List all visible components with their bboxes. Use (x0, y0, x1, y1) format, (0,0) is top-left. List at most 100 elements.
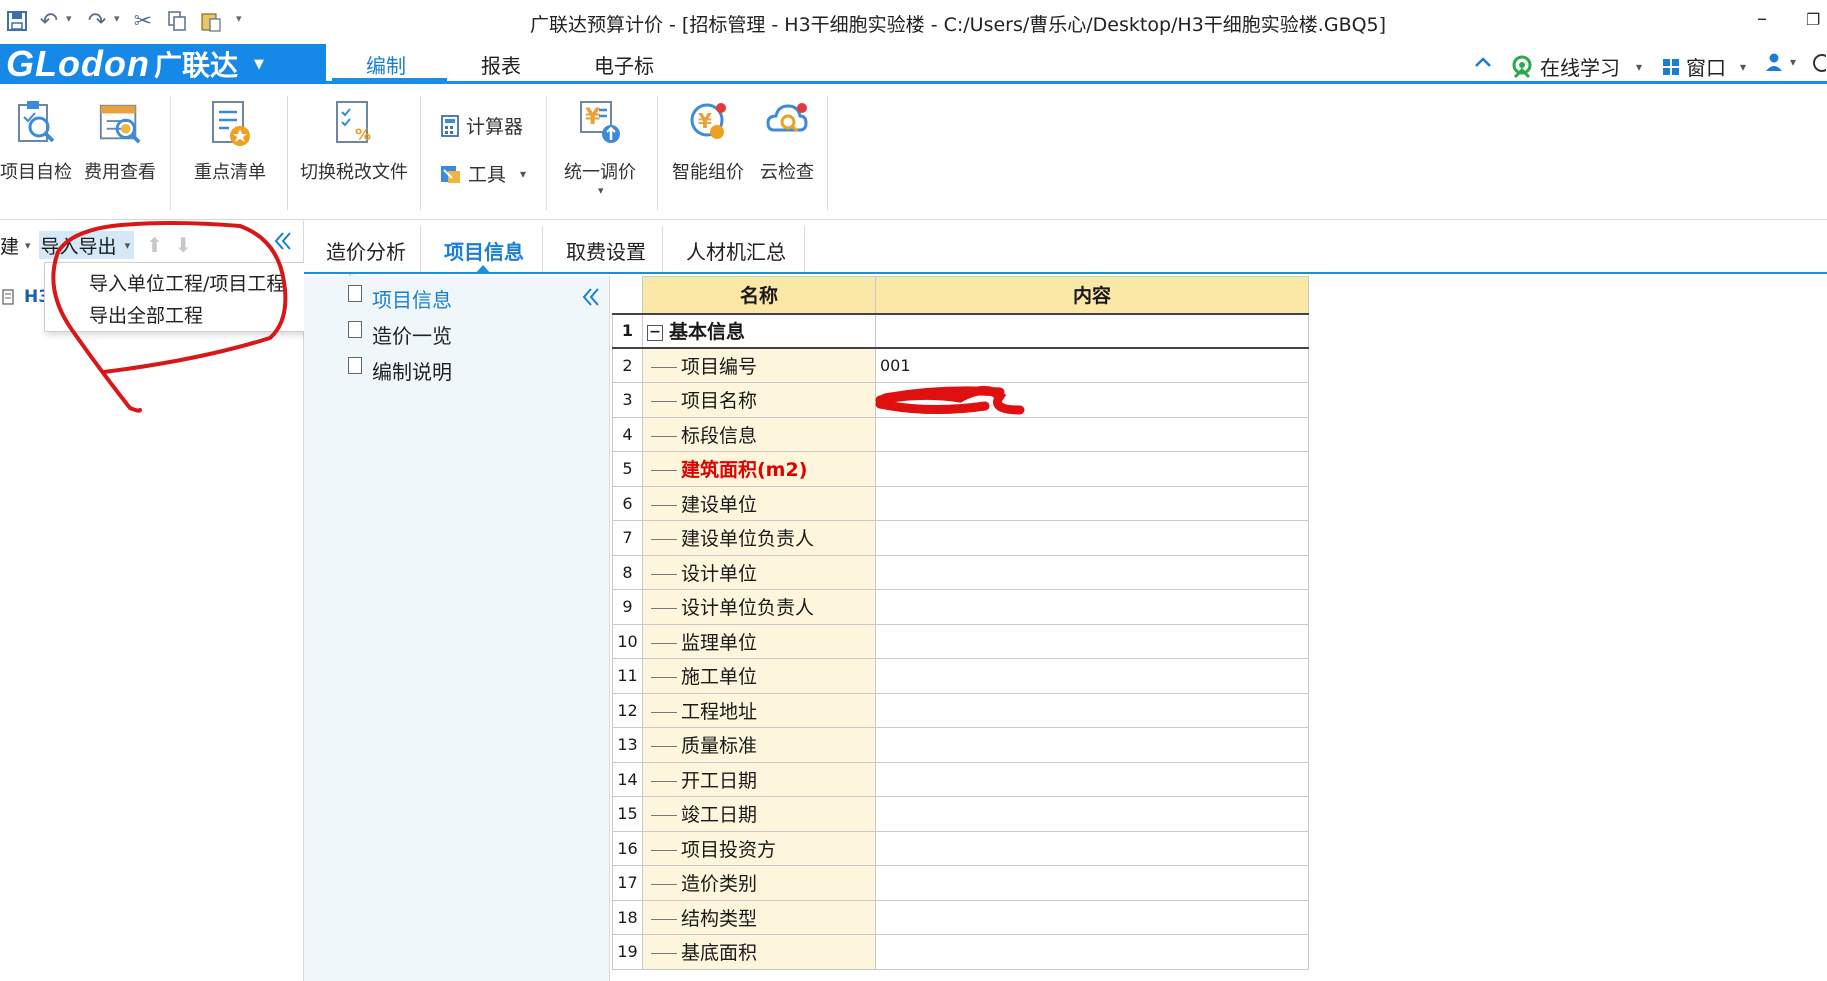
table-row[interactable]: 3 项目名称 (612, 382, 1309, 418)
chevron-down-icon[interactable]: ▾ (25, 239, 31, 252)
table-row[interactable]: 1− 基本信息 (612, 312, 1309, 349)
key-list-button[interactable]: 重点清单 (194, 98, 266, 184)
content-cell[interactable] (875, 727, 1309, 763)
name-cell[interactable]: 竣工日期 (642, 796, 876, 832)
nav-item-project-info[interactable]: 项目信息 (348, 284, 452, 313)
name-cell[interactable]: 监理单位 (642, 623, 876, 659)
tab-cost-analysis[interactable]: 造价分析 (326, 236, 406, 265)
row-number[interactable]: 1 (612, 312, 643, 349)
online-learning-button[interactable]: 在线学习 ▾ (1510, 52, 1642, 81)
name-cell[interactable]: 造价类别 (642, 865, 876, 901)
content-cell[interactable] (875, 416, 1309, 452)
switch-tax-button[interactable]: % 切换税改文件 (300, 98, 408, 184)
content-cell[interactable] (875, 658, 1309, 694)
row-number[interactable]: 14 (612, 761, 643, 797)
self-check-button[interactable]: 项目自检 (0, 98, 72, 184)
name-cell[interactable]: 项目投资方 (642, 830, 876, 866)
nav-item-cost-overview[interactable]: 造价一览 (348, 320, 452, 349)
tab-bianzhi[interactable]: 编制 (366, 50, 406, 79)
row-number[interactable]: 19 (612, 934, 643, 970)
name-cell[interactable]: 工程地址 (642, 692, 876, 728)
content-cell[interactable] (875, 623, 1309, 659)
table-row[interactable]: 6 建设单位 (612, 485, 1309, 521)
table-row[interactable]: 5 建筑面积(m2) (612, 451, 1309, 487)
tab-baobiao[interactable]: 报表 (481, 50, 521, 79)
content-cell[interactable] (875, 796, 1309, 832)
collapse-left-panel-icon[interactable] (272, 230, 294, 257)
menu-item-import-unit[interactable]: 导入单位工程/项目工程 (89, 269, 285, 296)
move-up-icon[interactable]: ⬆ (146, 233, 163, 257)
name-cell[interactable]: 设计单位负责人 (642, 589, 876, 625)
tab-dianzibiao[interactable]: 电子标 (594, 50, 654, 79)
name-cell[interactable]: 建筑面积(m2) (642, 451, 876, 487)
column-header-content[interactable]: 内容 (875, 276, 1309, 314)
row-number[interactable]: 9 (612, 589, 643, 625)
table-row[interactable]: 8 设计单位 (612, 554, 1309, 590)
row-number[interactable]: 13 (612, 727, 643, 763)
copy-icon[interactable] (164, 8, 190, 34)
name-cell[interactable]: 标段信息 (642, 416, 876, 452)
content-cell[interactable] (875, 312, 1309, 349)
user-menu-button[interactable]: ▾ (1764, 52, 1796, 72)
row-number[interactable]: 8 (612, 554, 643, 590)
row-number[interactable]: 2 (612, 347, 643, 383)
app-logo-menu[interactable]: GLodon 广联达 ▼ (0, 43, 326, 84)
menu-item-export-all[interactable]: 导出全部工程 (89, 301, 203, 328)
content-cell[interactable] (875, 589, 1309, 625)
table-row[interactable]: 7 建设单位负责人 (612, 520, 1309, 556)
table-row[interactable]: 4 标段信息 (612, 416, 1309, 452)
cloud-check-button[interactable]: 云检查 (760, 98, 814, 184)
content-cell[interactable] (875, 865, 1309, 901)
name-cell[interactable]: 开工日期 (642, 761, 876, 797)
table-row[interactable]: 10 监理单位 (612, 623, 1309, 659)
table-row[interactable]: 19 基底面积 (612, 934, 1309, 970)
column-header-name[interactable]: 名称 (642, 276, 876, 314)
undo-dropdown-icon[interactable]: ▾ (66, 12, 72, 25)
content-cell[interactable] (875, 554, 1309, 590)
redo-icon[interactable]: ↷ (84, 8, 110, 34)
name-cell[interactable]: 基底面积 (642, 934, 876, 970)
content-cell[interactable]: 001 (875, 347, 1309, 383)
name-cell[interactable]: 施工单位 (642, 658, 876, 694)
name-cell[interactable]: 项目名称 (642, 382, 876, 418)
move-down-icon[interactable]: ⬇ (175, 233, 192, 257)
import-export-button[interactable]: 导入导出 ▾ (38, 231, 135, 259)
fee-view-button[interactable]: 费用查看 (84, 98, 156, 184)
customize-toolbar-icon[interactable]: ▾ (236, 12, 242, 25)
minimize-icon[interactable]: – (1757, 6, 1767, 30)
tab-labor-material-summary[interactable]: 人材机汇总 (686, 236, 786, 265)
tree-root-item[interactable]: H3 (2, 287, 50, 307)
name-cell[interactable]: 结构类型 (642, 899, 876, 935)
content-cell[interactable] (875, 692, 1309, 728)
chevron-down-icon[interactable]: ▾ (598, 184, 604, 197)
row-number[interactable]: 5 (612, 451, 643, 487)
name-cell[interactable]: 设计单位 (642, 554, 876, 590)
content-cell[interactable] (875, 830, 1309, 866)
calculator-button[interactable]: 计算器 (440, 112, 523, 139)
table-row[interactable]: 16 项目投资方 (612, 830, 1309, 866)
table-row[interactable]: 12 工程地址 (612, 692, 1309, 728)
tab-project-info[interactable]: 项目信息 (444, 236, 524, 265)
collapse-nav-panel-icon[interactable] (580, 286, 602, 313)
table-row[interactable]: 18 结构类型 (612, 899, 1309, 935)
collapse-ribbon-icon[interactable] (1474, 56, 1492, 68)
tools-button[interactable]: 工具 ▾ (440, 160, 526, 187)
undo-icon[interactable]: ↶ (36, 8, 62, 34)
content-cell[interactable] (875, 761, 1309, 797)
table-row[interactable]: 14 开工日期 (612, 761, 1309, 797)
content-cell[interactable] (875, 520, 1309, 556)
row-number[interactable]: 7 (612, 520, 643, 556)
save-icon[interactable] (4, 8, 30, 34)
smart-price-button[interactable]: ¥ 智能组价 (672, 98, 744, 184)
paste-icon[interactable] (198, 8, 224, 34)
row-number[interactable]: 11 (612, 658, 643, 694)
row-number[interactable]: 6 (612, 485, 643, 521)
row-number[interactable]: 12 (612, 692, 643, 728)
new-button[interactable]: 建 (0, 232, 19, 259)
restore-icon[interactable]: ❐ (1806, 10, 1820, 29)
row-number[interactable]: 16 (612, 830, 643, 866)
table-row[interactable]: 17 造价类别 (612, 865, 1309, 901)
cut-icon[interactable]: ✂ (130, 8, 156, 34)
table-row[interactable]: 15 竣工日期 (612, 796, 1309, 832)
name-cell[interactable]: 建设单位 (642, 485, 876, 521)
